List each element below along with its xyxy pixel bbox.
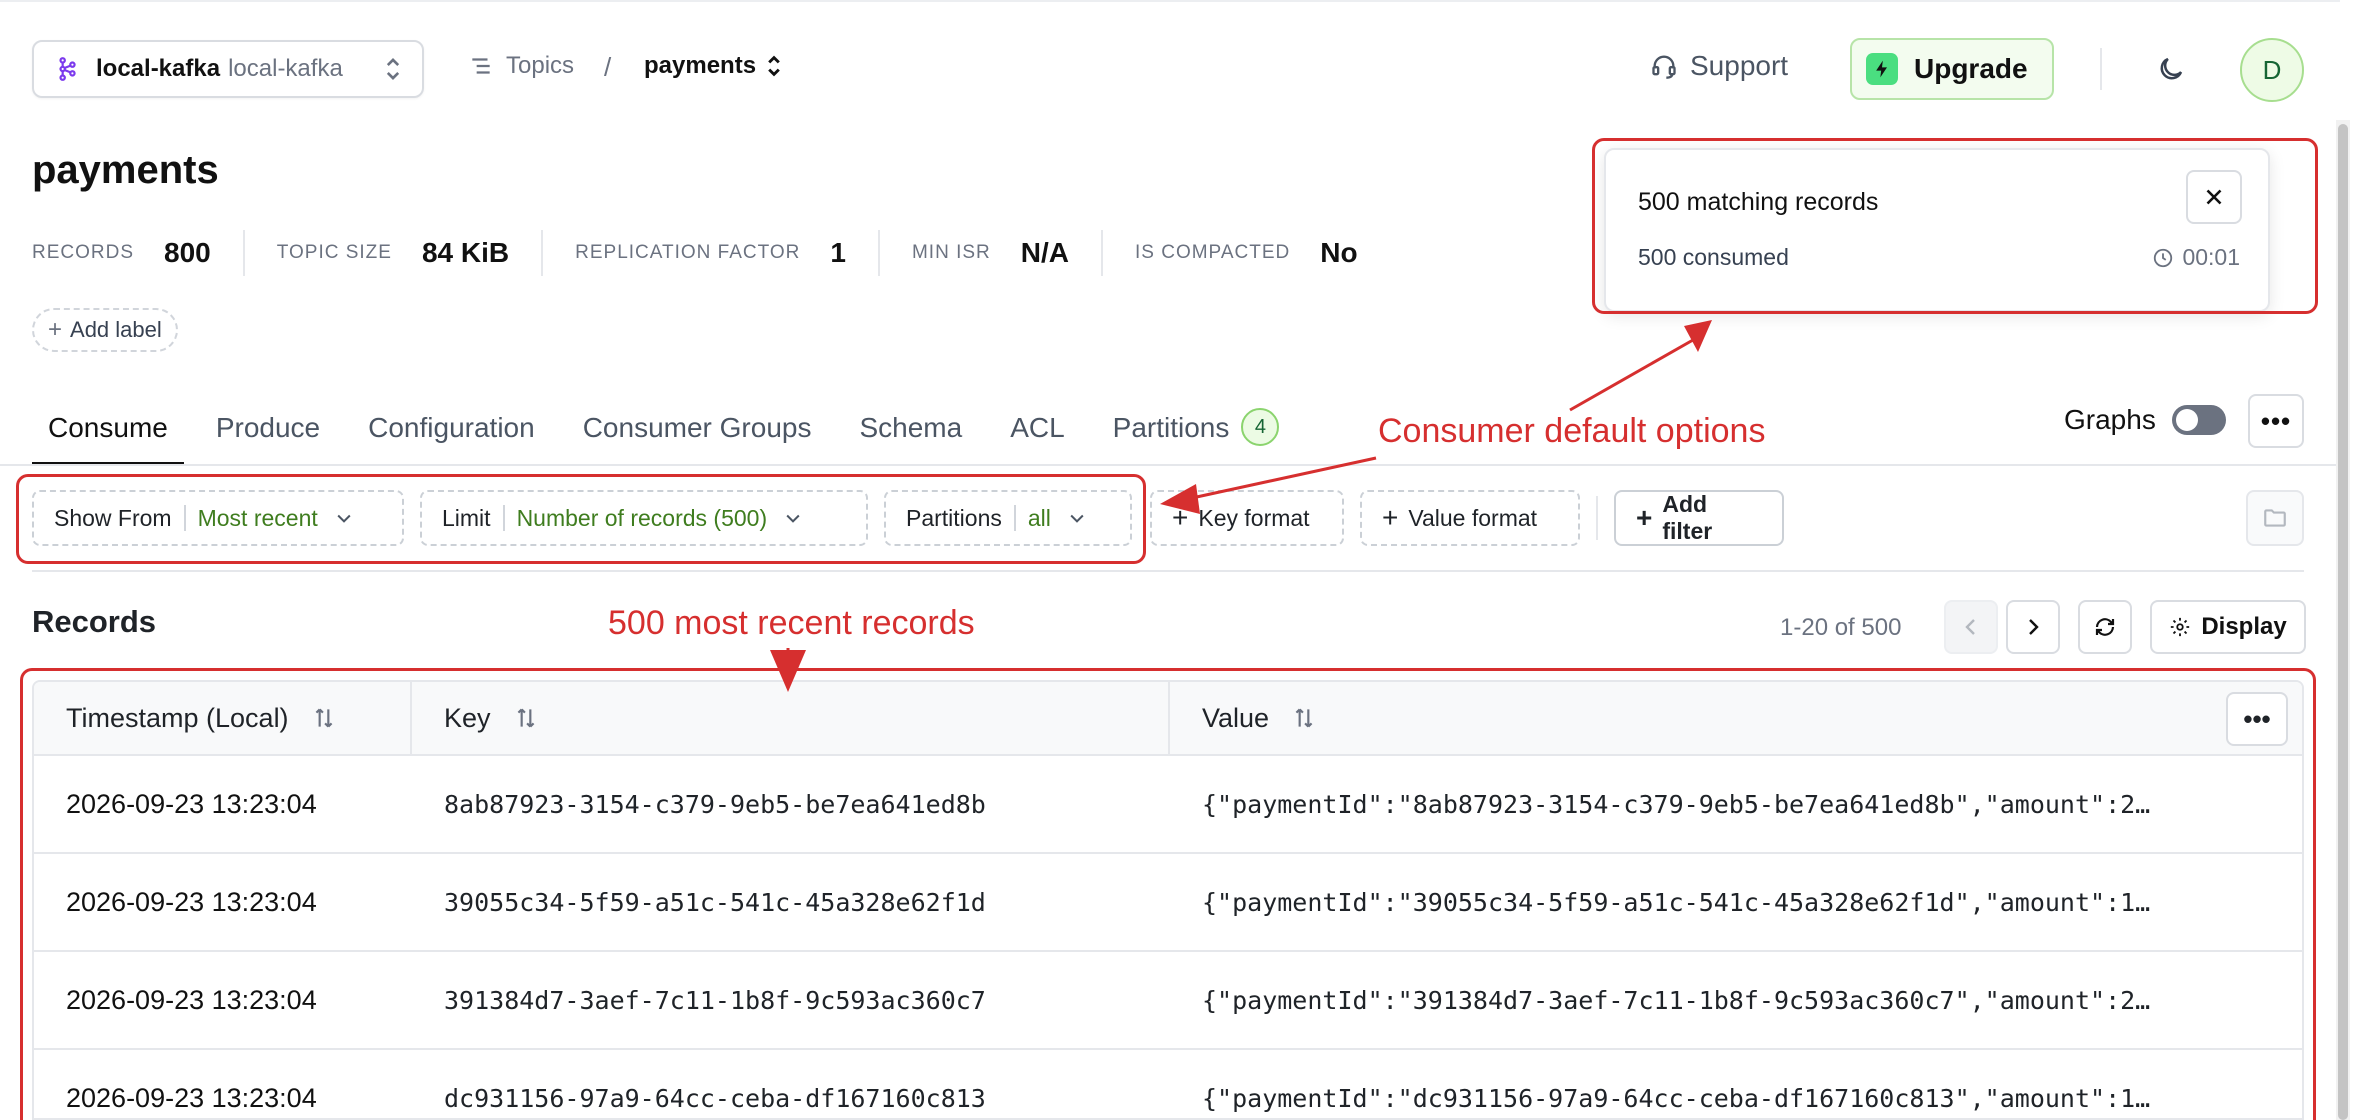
stat-value: N/A — [1020, 237, 1069, 268]
divider — [2100, 48, 2102, 90]
display-label: Display — [2201, 613, 2287, 640]
ellipsis-icon: ••• — [2260, 405, 2292, 436]
stat-value: 1 — [830, 237, 846, 268]
chevron-left-icon — [1965, 619, 1975, 635]
add-label-text: Add label — [70, 317, 162, 342]
cluster-subtitle: local-kafka — [228, 55, 343, 82]
annotation-box-filters — [16, 474, 1146, 564]
annotation-recent-records: 500 most recent records — [608, 604, 975, 642]
previous-page-button[interactable] — [1944, 600, 1998, 654]
breadcrumb-topics-label: Topics — [506, 52, 575, 79]
folder-icon — [2264, 509, 2286, 527]
tab-partitions-label: Partitions — [1112, 412, 1230, 443]
add-label-button[interactable]: + Add label — [32, 308, 178, 352]
stat-value: No — [1320, 237, 1358, 268]
upgrade-button[interactable]: Upgrade — [1850, 38, 2054, 100]
saved-filters-button[interactable] — [2246, 490, 2304, 546]
stat-label: MIN ISR — [911, 242, 991, 263]
chevron-updown-icon — [386, 58, 400, 80]
chevron-updown-icon — [768, 55, 780, 77]
bolt-icon — [1866, 53, 1898, 85]
tab-consumer-groups[interactable]: Consumer Groups — [567, 400, 828, 466]
pagination-range: 1-20 of 500 — [1780, 614, 1902, 641]
support-link[interactable]: Support — [1650, 50, 1788, 82]
graphs-toggle-group: Graphs — [2064, 404, 2226, 436]
tab-acl[interactable]: ACL — [994, 400, 1080, 466]
stat-label: TOPIC SIZE — [276, 242, 392, 263]
plus-icon: + — [1636, 502, 1653, 533]
upgrade-label: Upgrade — [1914, 53, 2028, 84]
tabs-divider — [0, 464, 2340, 466]
tab-schema[interactable]: Schema — [843, 400, 978, 466]
tab-partitions[interactable]: Partitions 4 — [1097, 400, 1296, 466]
breadcrumb-current-label: payments — [644, 52, 757, 79]
cluster-switcher[interactable]: local-kafka local-kafka — [32, 40, 424, 98]
display-settings-button[interactable]: Display — [2150, 600, 2306, 654]
stat-value: 800 — [164, 237, 211, 268]
plus-icon: + — [1382, 502, 1399, 533]
tab-consume[interactable]: Consume — [32, 400, 184, 466]
annotation-box-popup — [1592, 138, 2318, 314]
partitions-count-badge: 4 — [1241, 408, 1280, 446]
avatar[interactable]: D — [2240, 38, 2304, 102]
topic-stats: RECORDS 800 TOPIC SIZE 84 KiB REPLICATIO… — [32, 230, 1422, 276]
breadcrumb-current-topic[interactable]: payments — [644, 52, 782, 80]
arrow-line — [1569, 334, 1701, 412]
chevron-right-icon — [2029, 619, 2039, 635]
stat-records: RECORDS 800 — [32, 230, 245, 276]
stat-min-isr: MIN ISR N/A — [912, 230, 1103, 276]
stat-is-compacted: IS COMPACTED No — [1135, 230, 1390, 276]
stat-topic-size: TOPIC SIZE 84 KiB — [276, 230, 544, 276]
page-scrollbar-thumb[interactable] — [2338, 124, 2348, 1120]
value-format-label: Value format — [1408, 504, 1538, 531]
top-bar: local-kafka local-kafka Topics / payment… — [0, 0, 2340, 136]
headset-icon — [1652, 55, 1676, 79]
add-filter-button[interactable]: + Add filter — [1614, 490, 1784, 546]
key-format-label: Key format — [1198, 504, 1310, 531]
stat-label: RECORDS — [32, 242, 135, 263]
plus-icon: + — [1172, 502, 1189, 533]
breadcrumb-separator: / — [604, 52, 612, 82]
list-tree-icon — [472, 58, 490, 74]
value-format-button[interactable]: + Value format — [1360, 490, 1580, 546]
topic-tabs: Consume Produce Configuration Consumer G… — [32, 400, 1311, 466]
breadcrumb-topics[interactable]: Topics — [468, 52, 574, 80]
stat-value: 84 KiB — [421, 237, 510, 268]
tab-produce[interactable]: Produce — [200, 400, 336, 466]
stat-replication-factor: REPLICATION FACTOR 1 — [575, 230, 880, 276]
kafka-icon — [59, 57, 76, 81]
cluster-name: local-kafka — [96, 55, 221, 82]
filter-divider — [32, 570, 2304, 572]
stat-label: REPLICATION FACTOR — [575, 242, 801, 263]
annotation-consumer-defaults: Consumer default options — [1378, 412, 1766, 450]
records-title: Records — [32, 604, 157, 639]
arrow-head — [1684, 320, 1712, 352]
key-format-button[interactable]: + Key format — [1150, 490, 1344, 546]
moon-icon[interactable] — [2156, 54, 2186, 84]
refresh-icon — [2095, 618, 2115, 636]
more-options-button[interactable]: ••• — [2248, 394, 2304, 448]
divider — [1596, 496, 1598, 540]
plus-icon: + — [48, 316, 63, 343]
annotation-box-records — [20, 668, 2316, 1120]
refresh-button[interactable] — [2078, 600, 2132, 654]
support-label: Support — [1690, 50, 1789, 81]
graphs-toggle[interactable] — [2171, 405, 2226, 435]
add-filter-label: Add filter — [1662, 491, 1713, 544]
next-page-button[interactable] — [2006, 600, 2060, 654]
stat-label: IS COMPACTED — [1135, 242, 1291, 263]
graphs-label: Graphs — [2064, 404, 2156, 435]
gear-icon — [2171, 617, 2190, 637]
tab-configuration[interactable]: Configuration — [352, 400, 551, 466]
page-title: payments — [32, 148, 219, 192]
